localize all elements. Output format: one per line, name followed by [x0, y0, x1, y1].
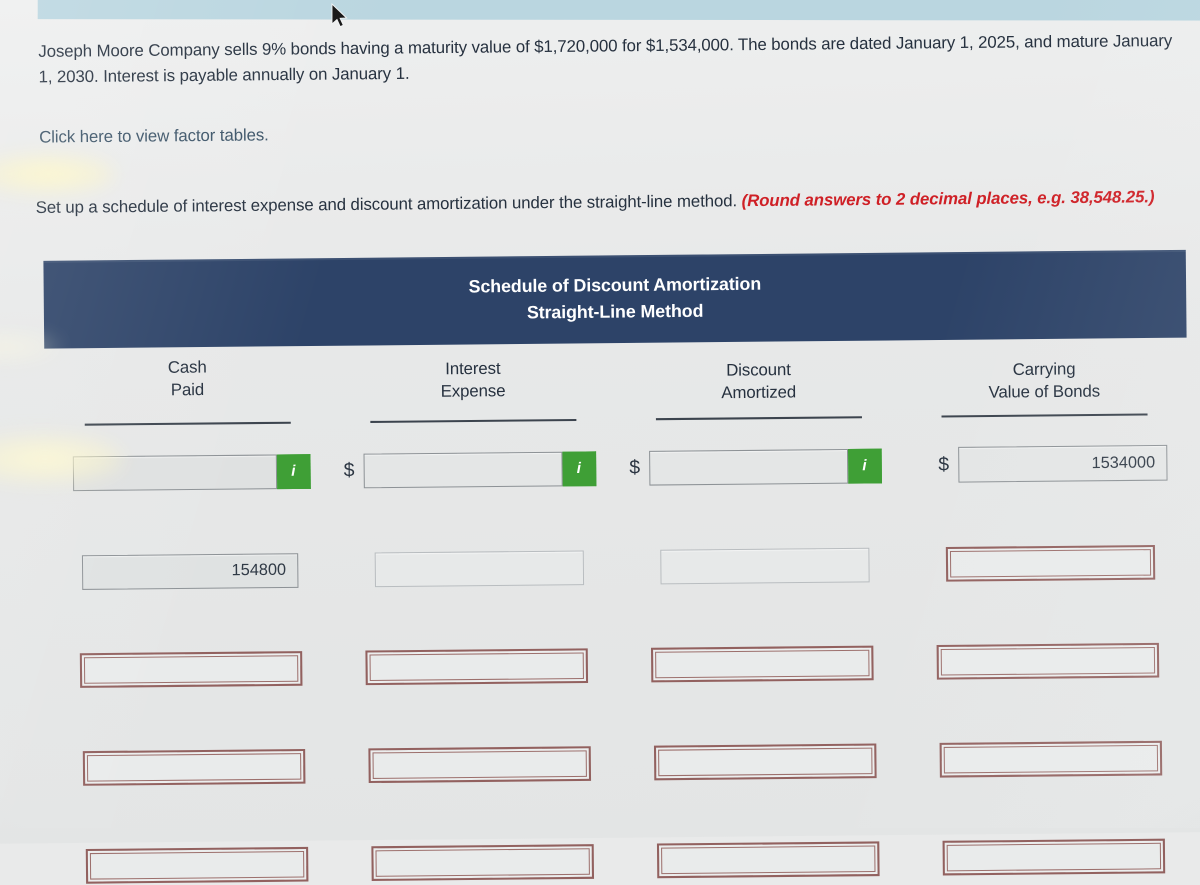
interest-expense-input[interactable] — [371, 844, 595, 881]
column-header-line1: Discount — [726, 360, 791, 380]
interest-expense-input[interactable] — [368, 746, 592, 784]
factor-tables-link[interactable]: Click here to view factor tables. — [39, 126, 269, 148]
input-group: i — [649, 448, 882, 486]
input-group: i — [72, 453, 311, 491]
column-header-line2: Amortized — [721, 383, 797, 403]
cash-paid-input[interactable] — [79, 651, 303, 688]
discount-amortized-input[interactable] — [649, 448, 849, 486]
cash-paid-input[interactable] — [85, 846, 309, 884]
discount-amortized-input[interactable] — [653, 743, 877, 781]
discount-amortized-input[interactable] — [660, 547, 870, 585]
table-cell — [333, 648, 619, 686]
info-icon[interactable]: i — [276, 453, 311, 489]
input-group: 1534000 — [958, 444, 1168, 483]
table-cell — [903, 544, 1189, 582]
carrying-value-input[interactable] — [942, 838, 1166, 876]
dollar-sign: $ — [343, 459, 355, 482]
dollar-sign: $ — [629, 457, 641, 479]
column-header-line2: Value of Bonds — [988, 382, 1101, 402]
table-cell: i — [45, 453, 331, 491]
instruction-text: Set up a schedule of interest expense an… — [36, 185, 1168, 221]
instruction-emphasis: (Round answers to 2 decimal places, e.g.… — [741, 187, 1155, 211]
interest-expense-input[interactable] — [374, 550, 585, 588]
table-cell — [618, 645, 904, 683]
table-cell — [335, 844, 621, 881]
discount-amortized-input[interactable] — [650, 645, 874, 683]
carrying-value-input[interactable] — [936, 642, 1160, 680]
table-row: 154800 — [46, 544, 1189, 591]
carrying-value-input[interactable] — [945, 544, 1156, 582]
schedule-title-bar: Schedule of Discount Amortization Straig… — [43, 249, 1187, 349]
column-header-line1: Interest — [445, 359, 501, 379]
table-cell — [617, 547, 903, 585]
table-cell — [906, 838, 1192, 876]
info-icon[interactable]: i — [847, 448, 882, 484]
column-header-line1: Carrying — [1012, 360, 1076, 380]
table-cell — [334, 746, 620, 784]
carrying-value-input[interactable] — [939, 740, 1163, 778]
cash-paid-input[interactable] — [72, 453, 278, 491]
interest-expense-input[interactable] — [365, 648, 589, 686]
mouse-cursor-icon — [331, 3, 348, 28]
table-cell — [619, 743, 905, 781]
table-cell: $ 1534000 — [902, 444, 1188, 483]
column-header-cash-paid: Cash Paid — [44, 355, 330, 426]
cash-paid-input[interactable] — [82, 748, 306, 786]
table-row — [49, 838, 1192, 884]
column-header-carrying-value: Carrying Value of Bonds — [901, 347, 1187, 418]
table-cell — [47, 651, 333, 688]
table-cell — [620, 841, 906, 879]
info-icon[interactable]: i — [562, 450, 597, 486]
table-cell: 154800 — [46, 553, 332, 590]
input-group: i — [363, 450, 597, 488]
column-header-interest-expense: Interest Expense — [330, 352, 616, 423]
table-row: i $ i $ i $ 1534000 — [45, 444, 1188, 492]
table-row — [47, 642, 1190, 689]
table-cell — [48, 748, 334, 786]
problem-statement: Joseph Moore Company sells 9% bonds havi… — [38, 31, 1173, 87]
cash-paid-input[interactable]: 154800 — [81, 553, 299, 590]
table-cell: $ i — [331, 450, 617, 488]
column-header-discount-amortized: Discount Amortized — [616, 350, 902, 421]
column-header-line2: Expense — [440, 381, 506, 401]
interest-expense-input[interactable] — [363, 451, 563, 488]
column-header-row: Cash Paid Interest Expense Discount Amor… — [44, 338, 1187, 426]
table-cell — [904, 642, 1190, 680]
column-header-line2: Paid — [170, 380, 205, 400]
screen-surface: Joseph Moore Company sells 9% bonds havi… — [0, 0, 1200, 884]
carrying-value-input[interactable]: 1534000 — [958, 444, 1168, 483]
column-header-line1: Cash — [167, 358, 207, 377]
instruction-main: Set up a schedule of interest expense an… — [35, 191, 742, 218]
table-cell: $ i — [616, 448, 902, 486]
table-row — [48, 740, 1191, 786]
discount-amortized-input[interactable] — [656, 841, 880, 879]
dollar-sign: $ — [938, 454, 950, 476]
table-cell — [905, 740, 1191, 778]
assignment-content: Joseph Moore Company sells 9% bonds havi… — [0, 0, 1200, 884]
table-cell — [49, 846, 335, 884]
amortization-schedule-table: Schedule of Discount Amortization Straig… — [43, 249, 1192, 884]
table-cell — [332, 550, 618, 588]
